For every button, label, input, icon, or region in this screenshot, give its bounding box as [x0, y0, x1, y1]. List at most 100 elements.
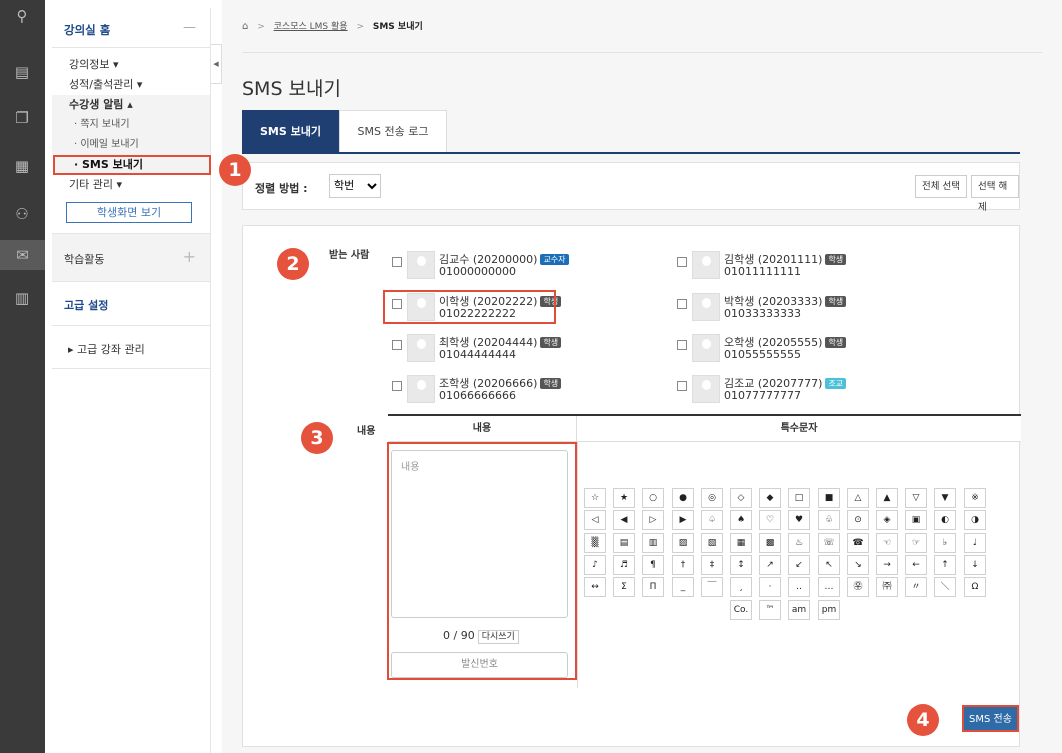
- sidebar-title[interactable]: 강의실 홈: [64, 22, 110, 38]
- special-char-button[interactable]: ™: [759, 600, 781, 620]
- special-char-button[interactable]: ●: [672, 488, 694, 508]
- mail-icon[interactable]: ✉: [0, 240, 45, 270]
- special-char-button[interactable]: □: [788, 488, 810, 508]
- special-char-button[interactable]: →: [876, 555, 898, 575]
- sidebar-item-grades[interactable]: 성적/출석관리 ▾: [52, 75, 210, 95]
- special-char-button[interactable]: _: [672, 577, 694, 597]
- special-char-button[interactable]: ▩: [759, 533, 781, 553]
- sms-send-button[interactable]: SMS 전송: [962, 705, 1019, 732]
- special-char-button[interactable]: ‡: [701, 555, 723, 575]
- special-char-button[interactable]: ▲: [876, 488, 898, 508]
- special-char-button[interactable]: ▼: [934, 488, 956, 508]
- special-char-button[interactable]: ◇: [730, 488, 752, 508]
- map-icon[interactable]: ▥: [12, 288, 32, 308]
- recipient-checkbox[interactable]: [392, 257, 402, 267]
- special-char-button[interactable]: 〃: [905, 577, 927, 597]
- deselect-all-button[interactable]: 선택 해제: [971, 175, 1019, 213]
- recipient-checkbox[interactable]: [677, 299, 687, 309]
- special-char-button[interactable]: ↖: [818, 555, 840, 575]
- recipient-checkbox[interactable]: [677, 340, 687, 350]
- special-char-button[interactable]: ※: [964, 488, 986, 508]
- special-char-button[interactable]: ↘: [847, 555, 869, 575]
- special-char-button[interactable]: ↑: [934, 555, 956, 575]
- view-student-button[interactable]: 학생화면 보기: [66, 202, 192, 223]
- special-char-button[interactable]: ☜: [876, 533, 898, 553]
- special-char-button[interactable]: ↗: [759, 555, 781, 575]
- special-char-button[interactable]: ♠: [730, 510, 752, 530]
- select-all-button[interactable]: 전체 선택: [915, 175, 967, 198]
- special-char-button[interactable]: ‥: [788, 577, 810, 597]
- special-char-button[interactable]: ￣: [701, 577, 723, 597]
- special-char-button[interactable]: ·: [759, 577, 781, 597]
- collapse-sidebar-toggle[interactable]: ◀: [211, 44, 222, 84]
- special-char-button[interactable]: ☏: [818, 533, 840, 553]
- collapse-section-icon[interactable]: —: [183, 20, 196, 35]
- special-char-button[interactable]: ▥: [642, 533, 664, 553]
- special-char-button[interactable]: ♤: [701, 510, 723, 530]
- special-char-button[interactable]: Π: [642, 577, 664, 597]
- sidebar-item-student-notify[interactable]: 수강생 알림 ▴: [52, 95, 210, 115]
- tab-sms-send[interactable]: SMS 보내기: [242, 110, 339, 152]
- special-char-button[interactable]: pm: [818, 600, 840, 620]
- special-char-button[interactable]: ◁: [584, 510, 606, 530]
- special-char-button[interactable]: ♨: [788, 533, 810, 553]
- users-icon[interactable]: ⚲: [12, 6, 32, 26]
- special-char-button[interactable]: ♧: [818, 510, 840, 530]
- special-char-button[interactable]: ◀: [613, 510, 635, 530]
- recipient-checkbox[interactable]: [392, 381, 402, 391]
- book-icon[interactable]: ▤: [12, 62, 32, 82]
- sidebar-item-etc[interactable]: 기타 관리 ▾: [52, 175, 210, 195]
- special-char-button[interactable]: ■: [818, 488, 840, 508]
- special-char-button[interactable]: Co.: [730, 600, 752, 620]
- special-char-button[interactable]: ←: [905, 555, 927, 575]
- special-char-button[interactable]: ▨: [672, 533, 694, 553]
- special-char-button[interactable]: Ω: [964, 577, 986, 597]
- advanced-course-link[interactable]: ▸ 고급 강좌 관리: [68, 341, 145, 357]
- special-char-button[interactable]: ▣: [905, 510, 927, 530]
- special-char-button[interactable]: ◎: [701, 488, 723, 508]
- special-char-button[interactable]: ▦: [730, 533, 752, 553]
- special-char-button[interactable]: ◐: [934, 510, 956, 530]
- special-char-button[interactable]: ♡: [759, 510, 781, 530]
- sort-select[interactable]: 학번: [329, 174, 381, 198]
- advanced-settings-label[interactable]: 고급 설정: [64, 297, 108, 313]
- special-char-button[interactable]: ◆: [759, 488, 781, 508]
- sidebar-item-course-info[interactable]: 강의정보 ▾: [52, 55, 210, 75]
- special-char-button[interactable]: ♪: [584, 555, 606, 575]
- sidebar-item-sms[interactable]: · SMS 보내기: [53, 155, 211, 175]
- special-char-button[interactable]: ★: [613, 488, 635, 508]
- special-char-button[interactable]: ↔: [584, 577, 606, 597]
- special-char-button[interactable]: ＼: [934, 577, 956, 597]
- special-char-button[interactable]: ▽: [905, 488, 927, 508]
- board-icon[interactable]: ▦: [12, 156, 32, 176]
- people-icon[interactable]: ⚇: [12, 204, 32, 224]
- special-char-button[interactable]: ↕: [730, 555, 752, 575]
- special-char-button[interactable]: ¶: [642, 555, 664, 575]
- special-char-button[interactable]: …: [818, 577, 840, 597]
- special-char-button[interactable]: ♭: [934, 533, 956, 553]
- add-activity-icon[interactable]: +: [183, 247, 196, 266]
- activity-label[interactable]: 학습활동: [64, 251, 104, 267]
- home-icon[interactable]: ⌂: [242, 21, 248, 32]
- special-char-button[interactable]: ◈: [876, 510, 898, 530]
- special-char-button[interactable]: ▶: [672, 510, 694, 530]
- special-char-button[interactable]: ▤: [613, 533, 635, 553]
- special-char-button[interactable]: ☞: [905, 533, 927, 553]
- recipient-checkbox[interactable]: [392, 340, 402, 350]
- special-char-button[interactable]: ○: [642, 488, 664, 508]
- special-char-button[interactable]: ㉾: [847, 577, 869, 597]
- special-char-button[interactable]: ◑: [964, 510, 986, 530]
- sidebar-item-email[interactable]: · 이메일 보내기: [52, 135, 210, 155]
- tab-sms-log[interactable]: SMS 전송 로그: [339, 110, 447, 152]
- special-char-button[interactable]: ♩: [964, 533, 986, 553]
- special-char-button[interactable]: ▧: [701, 533, 723, 553]
- special-char-button[interactable]: ↓: [964, 555, 986, 575]
- special-char-button[interactable]: ▒: [584, 533, 606, 553]
- special-char-button[interactable]: ㈜: [876, 577, 898, 597]
- recipient-checkbox[interactable]: [677, 381, 687, 391]
- special-char-button[interactable]: am: [788, 600, 810, 620]
- breadcrumb-item[interactable]: 코스모스 LMS 활용: [274, 22, 348, 32]
- open-book-icon[interactable]: ❐: [12, 108, 32, 128]
- special-char-button[interactable]: △: [847, 488, 869, 508]
- special-char-button[interactable]: †: [672, 555, 694, 575]
